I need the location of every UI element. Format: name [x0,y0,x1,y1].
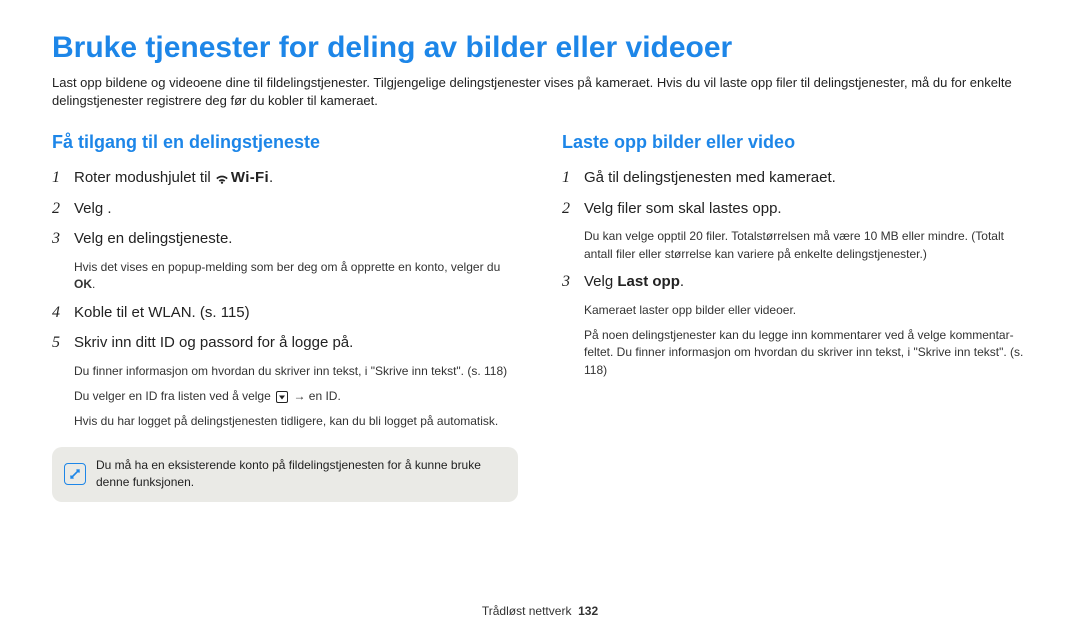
left-step-3-text: Velg en delingstjeneste. [74,230,232,247]
right-step-3: 3 Velg Last opp. [562,271,1028,294]
wifi-icon: Wi-Fi [215,167,269,190]
footer-page-number: 132 [578,604,598,618]
right-step-2-subtext: Du kan velge opptil 20 filer. Totalstørr… [584,228,1028,263]
right-step-2: 2 Velg filer som skal lastes opp. [562,198,1028,221]
left-step-2: 2 Velg . [52,198,518,221]
left-subheading: Få tilgang til en delingstjeneste [52,132,518,153]
right-column: Laste opp bilder eller video 1 Gå til de… [562,132,1028,501]
note-box: Du må ha en eksisterende konto på fildel… [52,447,518,502]
step-number: 3 [562,272,580,291]
intro-paragraph: Last opp bildene og videoene dine til fi… [52,74,1028,110]
left-step-3-subtext: Hvis det vises en popup-melding som ber … [74,259,518,294]
step-number: 2 [562,199,580,218]
down-triangle-icon [276,391,288,403]
step-number: 5 [52,333,70,352]
footer-section: Trådløst nettverk [482,604,572,618]
step-number: 1 [52,168,70,187]
left-step-5-text: Skriv inn ditt ID og passord for å logge… [74,334,353,351]
right-step-1: 1 Gå til delingstjenesten med kameraet. [562,167,1028,190]
step-number: 1 [562,168,580,187]
left-step-1-post: . [269,169,273,186]
right-step-3-subtext-2: På noen delingstjenester kan du legge in… [584,327,1028,379]
right-step-3-text-b: Last opp [617,273,680,290]
left-step-5-subtext-2: Du velger en ID fra listen ved å velge →… [74,388,518,405]
two-column-layout: Få tilgang til en delingstjeneste 1 Rote… [52,132,1028,501]
left-step-5: 5 Skriv inn ditt ID og passord for å log… [52,332,518,355]
page-title: Bruke tjenester for deling av bilder ell… [52,30,1028,66]
left-step-4: 4 Koble til et WLAN. (s. 115) [52,302,518,325]
right-step-3-subtext-1: Kameraet laster opp bilder eller videoer… [584,302,1028,319]
step-number: 3 [52,229,70,248]
page-footer: Trådløst nettverk 132 [0,604,1080,618]
note-text: Du må ha en eksisterende konto på fildel… [96,458,481,489]
left-step-5-subtext-1: Du finner informasjon om hvordan du skri… [74,363,518,380]
right-step-1-text: Gå til delingstjenesten med kameraet. [584,169,836,186]
left-step-1-pre: Roter modushjulet til [74,169,215,186]
left-step-3: 3 Velg en delingstjeneste. [52,228,518,251]
right-subheading: Laste opp bilder eller video [562,132,1028,153]
left-step-4-text: Koble til et WLAN. (s. 115) [74,304,250,321]
left-step-2-text: Velg . [74,200,112,217]
manual-page: Bruke tjenester for deling av bilder ell… [0,0,1080,630]
left-step-5-subtext-3: Hvis du har logget på delingstjenesten t… [74,413,518,430]
left-column: Få tilgang til en delingstjeneste 1 Rote… [52,132,518,501]
step-number: 2 [52,199,70,218]
note-icon [64,463,86,485]
right-step-3-text-a: Velg [584,273,617,290]
step-number: 4 [52,303,70,322]
right-step-3-text-c: . [680,273,684,290]
wifi-label: Wi-Fi [231,167,269,190]
right-step-2-text: Velg filer som skal lastes opp. [584,200,782,217]
left-step-1: 1 Roter modushjulet til Wi-Fi . [52,167,518,190]
